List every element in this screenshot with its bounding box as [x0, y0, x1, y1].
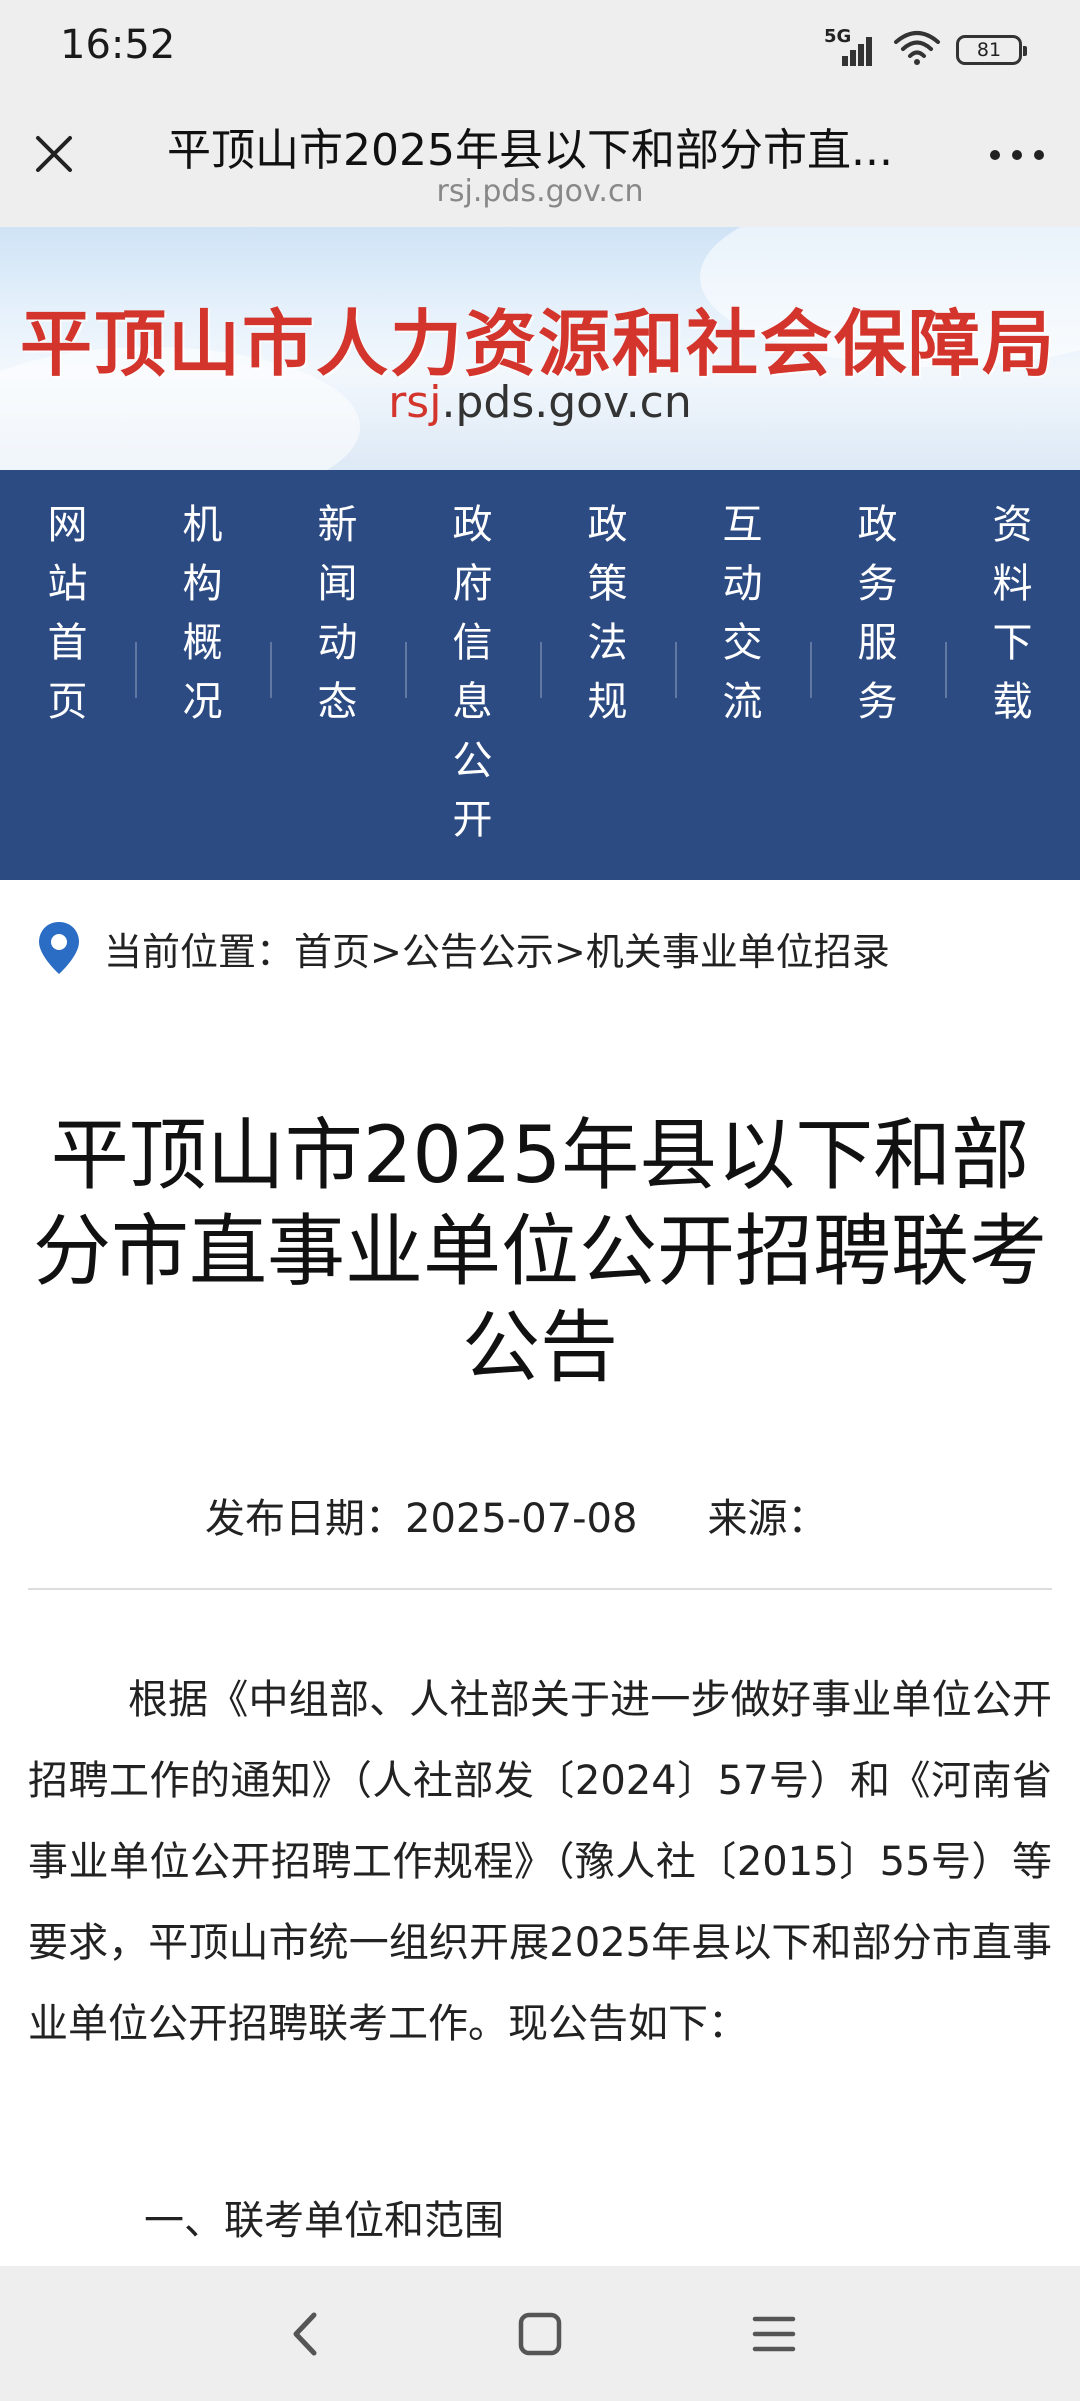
signal-icon: 5G [824, 26, 878, 68]
divider [28, 1588, 1052, 1590]
banner-title: 平顶山市人力资源和社会保障局 [20, 302, 1057, 386]
nav-item-label: 互动交流 [722, 502, 763, 725]
more-dots-icon [990, 150, 1044, 160]
battery-icon: 81 [956, 35, 1027, 65]
home-square-icon [518, 2312, 562, 2355]
back-button[interactable] [264, 2292, 348, 2376]
back-icon [293, 2312, 317, 2355]
article-title: 平顶山市2025年县以下和部分市直事业单位公开招聘联考公告 [32, 1111, 1047, 1393]
page-title: 平顶山市2025年县以下和部分市直... [167, 125, 893, 176]
nav-item-label: 政务服务 [857, 502, 898, 725]
menu-lines-icon [752, 2316, 796, 2351]
nav-item-home[interactable]: 网站首页 [0, 470, 135, 880]
nav-item-news[interactable]: 新闻动态 [270, 470, 405, 880]
banner-url-rest: .pds.gov.cn [441, 377, 692, 428]
nav-item-label: 政府信息公开 [452, 502, 493, 843]
nav-item-label: 网站首页 [47, 502, 88, 725]
nav-item-downloads[interactable]: 资料下载 [945, 470, 1080, 880]
breadcrumb: 当前位置： 首页>公告公示>机关事业单位招录 [36, 918, 890, 978]
breadcrumb-label: 当前位置： [104, 929, 295, 974]
status-time: 16:52 [60, 22, 176, 68]
menu-button[interactable] [732, 2292, 816, 2376]
status-bar: 16:52 5G 81 [0, 0, 1080, 100]
network-type: 5G [824, 26, 852, 47]
nav-item-info-disclosure[interactable]: 政府信息公开 [405, 470, 540, 880]
publish-date: 发布日期：2025-07-08 [205, 1496, 638, 1542]
breadcrumb-path[interactable]: 首页>公告公示>机关事业单位招录 [294, 921, 890, 976]
nav-item-label: 政策法规 [587, 502, 628, 725]
wifi-icon [892, 30, 942, 70]
article-source: 来源： [707, 1496, 828, 1542]
close-icon [36, 136, 72, 172]
location-pin-icon [39, 922, 79, 974]
banner-url-prefix: rsj [388, 377, 442, 428]
nav-item-interaction[interactable]: 互动交流 [675, 470, 810, 880]
close-button[interactable] [22, 122, 86, 186]
browser-header: 平顶山市2025年县以下和部分市直... rsj.pds.gov.cn [0, 100, 1080, 227]
battery-level: 81 [976, 39, 1002, 61]
nav-item-label: 资料下载 [992, 502, 1033, 725]
status-icons: 5G 81 [824, 26, 1027, 70]
article-meta: 发布日期：2025-07-08 来源： [205, 1486, 827, 1544]
home-button[interactable] [498, 2292, 582, 2376]
nav-item-services[interactable]: 政务服务 [810, 470, 945, 880]
nav-item-about[interactable]: 机构概况 [135, 470, 270, 880]
nav-item-label: 机构概况 [182, 502, 223, 725]
nav-item-label: 新闻动态 [317, 502, 358, 725]
section-heading: 一、联考单位和范围 [144, 2198, 504, 2244]
main-nav: 网站首页 机构概况 新闻动态 政府信息公开 政策法规 互动交流 政务服务 资料下… [0, 470, 1080, 880]
site-banner: 平顶山市人力资源和社会保障局 rsj.pds.gov.cn [0, 227, 1080, 470]
article-paragraph: 根据《中组部、人社部关于进一步做好事业单位公开招聘工作的通知》（人社部发〔202… [28, 1677, 1052, 2047]
page-url: rsj.pds.gov.cn [436, 174, 644, 209]
system-nav-bar [0, 2266, 1080, 2401]
nav-item-policies[interactable]: 政策法规 [540, 470, 675, 880]
banner-url: rsj.pds.gov.cn [0, 377, 1080, 428]
more-button[interactable] [982, 130, 1052, 180]
